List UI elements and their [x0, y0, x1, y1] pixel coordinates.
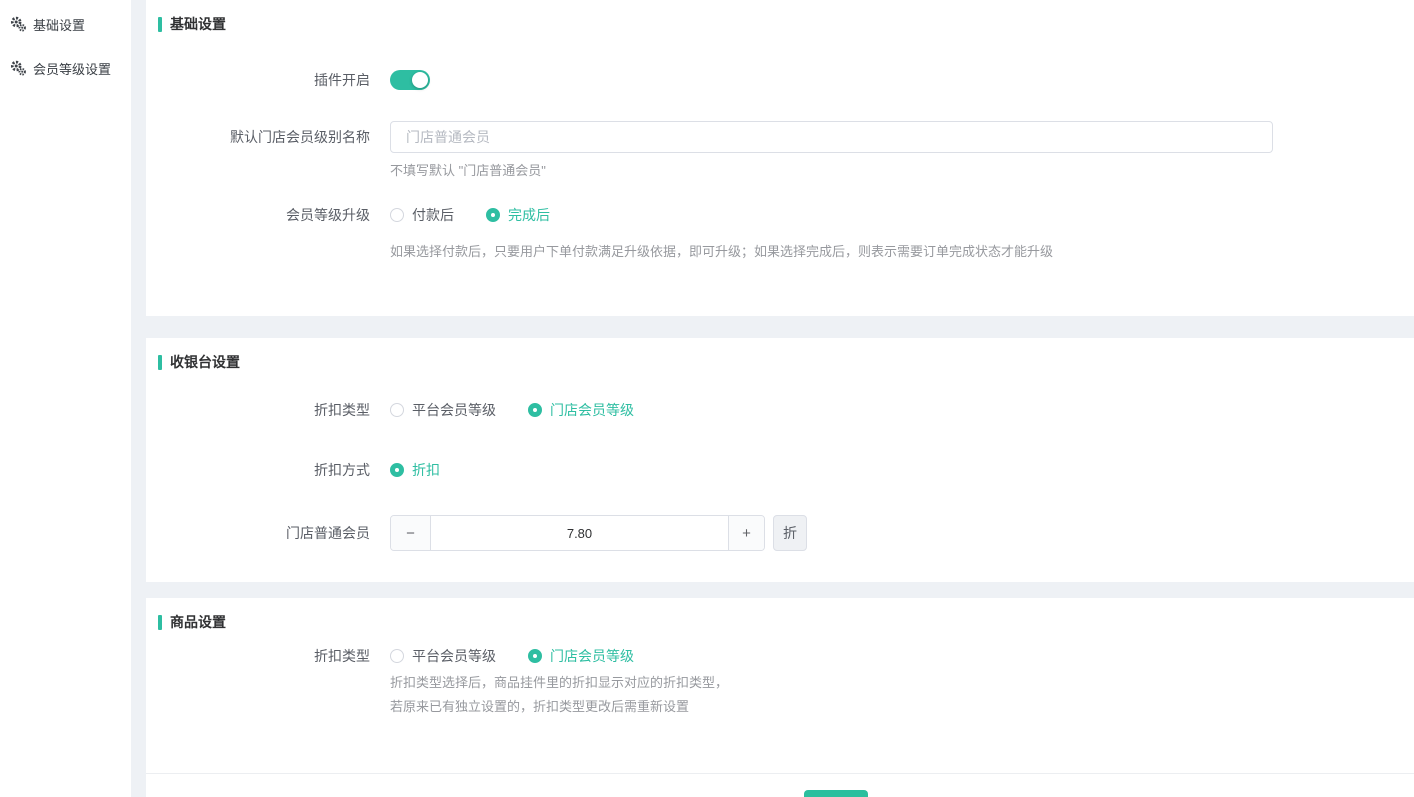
default-level-name-input[interactable]: [390, 121, 1273, 153]
discount-type-label: 折扣类型: [146, 400, 370, 420]
default-level-name-hint: 不填写默认 "门店普通会员": [390, 160, 546, 179]
cogs-icon: [10, 60, 26, 76]
save-button[interactable]: [804, 790, 868, 797]
radio-icon: [390, 208, 404, 222]
radio-icon: [390, 403, 404, 417]
radio-label: 门店会员等级: [550, 646, 634, 666]
plugin-enable-row: 插件开启: [146, 70, 1414, 90]
discount-value-input[interactable]: [431, 516, 728, 550]
member-upgrade-help: 如果选择付款后，只要用户下单付款满足升级依据，即可升级；如果选择完成后，则表示需…: [390, 241, 1053, 260]
discount-stepper: − +: [390, 515, 765, 551]
member-upgrade-label: 会员等级升级: [146, 205, 370, 225]
discount-type-label: 折扣类型: [146, 646, 370, 666]
discount-mode-label: 折扣方式: [146, 460, 370, 480]
radio-label: 门店会员等级: [550, 400, 634, 420]
sidebar-item-member-level-settings[interactable]: 会员等级设置: [0, 58, 131, 78]
sidebar-item-basic-settings[interactable]: 基础设置: [0, 14, 131, 34]
store-member-discount-row: 门店普通会员 − + 折: [146, 515, 1414, 551]
store-member-label: 门店普通会员: [146, 515, 370, 551]
goods-settings-card: 商品设置 折扣类型 平台会员等级 门店会员等级 折扣类型选择后，商品挂件里的折扣…: [146, 598, 1414, 773]
settings-content: 基础设置 插件开启 默认门店会员级别名称 不填写默认 "门店普通会员" 会员等级…: [146, 0, 1414, 797]
radio-store-member-level[interactable]: 门店会员等级: [528, 400, 634, 420]
section-title-bar: [158, 615, 162, 630]
radio-label: 平台会员等级: [412, 646, 496, 666]
footer-bar: [146, 773, 1414, 797]
section-title-basic: 基础设置: [158, 14, 226, 34]
section-title-bar: [158, 355, 162, 370]
toggle-knob: [412, 72, 428, 88]
radio-icon: [528, 403, 542, 417]
radio-store-member-level[interactable]: 门店会员等级: [528, 646, 634, 666]
radio-discount[interactable]: 折扣: [390, 460, 440, 480]
stepper-decrease-button[interactable]: −: [391, 516, 431, 550]
plugin-enable-toggle[interactable]: [390, 70, 430, 90]
radio-label: 平台会员等级: [412, 400, 496, 420]
section-title-text: 商品设置: [170, 612, 226, 632]
section-title-bar: [158, 17, 162, 32]
goods-discount-type-row: 折扣类型 平台会员等级 门店会员等级: [146, 646, 1414, 666]
section-title-text: 收银台设置: [170, 352, 240, 372]
radio-platform-member-level[interactable]: 平台会员等级: [390, 400, 496, 420]
radio-label: 完成后: [508, 205, 550, 225]
section-title-cashier: 收银台设置: [158, 352, 240, 372]
sidebar-item-label: 会员等级设置: [33, 59, 111, 78]
basic-settings-card: 基础设置 插件开启 默认门店会员级别名称 不填写默认 "门店普通会员" 会员等级…: [146, 0, 1414, 316]
cashier-settings-card: 收银台设置 折扣类型 平台会员等级 门店会员等级 折扣方式 折扣: [146, 338, 1414, 582]
default-level-name-label: 默认门店会员级别名称: [146, 121, 370, 153]
section-title-goods: 商品设置: [158, 612, 226, 632]
radio-label: 付款后: [412, 205, 454, 225]
default-level-name-row: 默认门店会员级别名称: [146, 121, 1414, 153]
radio-after-completion[interactable]: 完成后: [486, 205, 550, 225]
radio-icon: [486, 208, 500, 222]
radio-platform-member-level[interactable]: 平台会员等级: [390, 646, 496, 666]
radio-icon: [390, 463, 404, 477]
discount-unit-box: 折: [773, 515, 807, 551]
goods-discount-help-line2: 若原来已有独立设置的，折扣类型更改后需重新设置: [390, 696, 689, 715]
settings-sidebar: 基础设置 会员等级设置: [0, 0, 131, 797]
member-upgrade-row: 会员等级升级 付款后 完成后: [146, 205, 1414, 225]
cashier-discount-type-row: 折扣类型 平台会员等级 门店会员等级: [146, 400, 1414, 420]
cogs-icon: [10, 16, 26, 32]
goods-discount-help-line1: 折扣类型选择后，商品挂件里的折扣显示对应的折扣类型，: [390, 672, 728, 691]
radio-icon: [390, 649, 404, 663]
radio-icon: [528, 649, 542, 663]
stepper-increase-button[interactable]: +: [728, 516, 764, 550]
sidebar-item-label: 基础设置: [33, 15, 85, 34]
plugin-enable-label: 插件开启: [146, 70, 370, 90]
section-title-text: 基础设置: [170, 14, 226, 34]
radio-after-payment[interactable]: 付款后: [390, 205, 454, 225]
radio-label: 折扣: [412, 460, 440, 480]
discount-mode-row: 折扣方式 折扣: [146, 460, 1414, 480]
